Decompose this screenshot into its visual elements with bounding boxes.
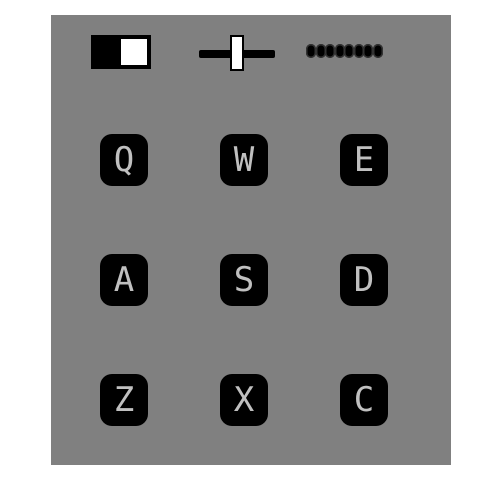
key-w[interactable]: W bbox=[220, 134, 268, 186]
control-panel: Q W E A S D Z X C bbox=[51, 15, 451, 465]
toggle-knob bbox=[121, 39, 147, 65]
indicator-dot bbox=[315, 44, 326, 58]
slider[interactable] bbox=[199, 35, 275, 73]
indicator-dot bbox=[334, 44, 345, 58]
key-d[interactable]: D bbox=[340, 254, 388, 306]
toggle-switch[interactable] bbox=[91, 35, 151, 69]
indicator-dot bbox=[363, 44, 373, 58]
dot-indicator[interactable] bbox=[306, 42, 392, 60]
slider-thumb[interactable] bbox=[230, 35, 244, 71]
key-s[interactable]: S bbox=[220, 254, 268, 306]
key-x[interactable]: X bbox=[220, 374, 268, 426]
indicator-dot bbox=[344, 44, 354, 58]
key-e[interactable]: E bbox=[340, 134, 388, 186]
key-q[interactable]: Q bbox=[100, 134, 148, 186]
indicator-dot bbox=[353, 44, 364, 58]
indicator-dot bbox=[372, 44, 383, 58]
indicator-dot bbox=[306, 44, 316, 58]
key-c[interactable]: C bbox=[340, 374, 388, 426]
indicator-dot bbox=[325, 44, 335, 58]
key-a[interactable]: A bbox=[100, 254, 148, 306]
key-z[interactable]: Z bbox=[100, 374, 148, 426]
